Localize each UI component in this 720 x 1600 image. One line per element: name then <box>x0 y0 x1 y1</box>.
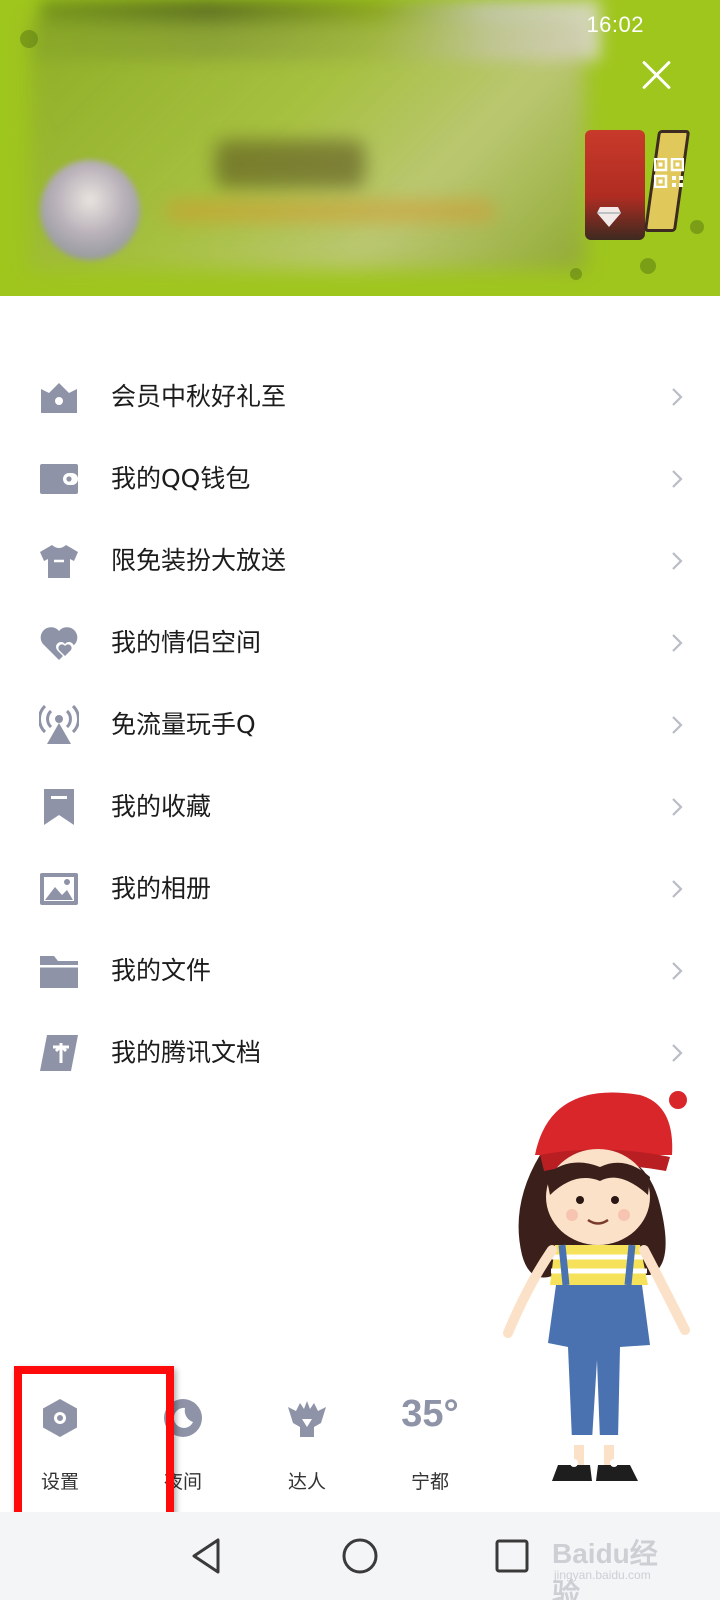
watermark-sub-text: jingyan.baidu.com <box>554 1568 651 1582</box>
menu-item-label: 免流量玩手Q <box>111 710 256 739</box>
menu-item-label: 限免装扮大放送 <box>111 546 287 575</box>
chevron-right-icon <box>672 962 683 980</box>
signature-blurred <box>165 200 495 222</box>
chevron-right-icon <box>672 470 683 488</box>
menu-item-wallet[interactable]: 我的QQ钱包 <box>0 438 720 520</box>
menu-item-files[interactable]: 我的文件 <box>0 930 720 1012</box>
menu-item-dressup[interactable]: 限免装扮大放送 <box>0 520 720 602</box>
chevron-right-icon <box>672 716 683 734</box>
photo-icon <box>40 873 78 905</box>
chevron-right-icon <box>672 634 683 652</box>
vip-gift-icon <box>41 383 77 413</box>
close-icon[interactable] <box>640 58 674 92</box>
menu-item-tencent-docs[interactable]: 我的腾讯文档 <box>0 1012 720 1094</box>
tshirt-icon <box>40 545 78 578</box>
background-dot <box>20 30 38 48</box>
chevron-right-icon <box>672 388 683 406</box>
background-dot <box>570 268 582 280</box>
menu-item-label: 我的QQ钱包 <box>111 464 251 493</box>
home-icon[interactable] <box>338 1534 382 1578</box>
expert-label: 达人 <box>287 1471 326 1493</box>
expert-button[interactable]: 达人 <box>262 1385 352 1495</box>
menu-item-favorites[interactable]: 我的收藏 <box>0 766 720 848</box>
menu-item-label: 我的收藏 <box>111 792 212 821</box>
menu-item-couple-space[interactable]: 我的情侣空间 <box>0 602 720 684</box>
settings-highlight-annotation <box>14 1366 174 1534</box>
tencent-doc-icon <box>40 1035 78 1071</box>
weather-button[interactable]: 35° 宁都 <box>385 1385 475 1495</box>
folder-icon <box>40 956 78 988</box>
baidu-jingyan-watermark: Baidu经验 jingyan.baidu.com <box>552 1528 682 1600</box>
chevron-right-icon <box>672 1044 683 1062</box>
menu-item-free-data[interactable]: 免流量玩手Q <box>0 684 720 766</box>
chevron-right-icon <box>672 552 683 570</box>
watermark-main-text: Baidu经验 <box>552 1538 658 1600</box>
menu-item-label: 会员中秋好礼至 <box>111 382 287 411</box>
avatar[interactable] <box>40 160 140 260</box>
nickname-blurred <box>215 140 365 188</box>
menu-item-label: 我的情侣空间 <box>111 628 262 657</box>
profile-header[interactable]: 16:02 <box>0 0 720 296</box>
background-dot <box>640 258 656 274</box>
menu-item-label: 我的相册 <box>111 874 212 903</box>
chevron-right-icon <box>672 798 683 816</box>
menu-item-label: 我的文件 <box>111 956 212 985</box>
wallet-icon <box>40 464 78 494</box>
menu-item-label: 我的腾讯文档 <box>111 1038 262 1067</box>
city-label: 宁都 <box>410 1471 449 1493</box>
background-dot <box>690 220 704 234</box>
menu-item-vip-gift[interactable]: 会员中秋好礼至 <box>0 356 720 438</box>
heart-icon <box>40 627 78 660</box>
diamond-level-icon[interactable] <box>596 206 622 228</box>
temperature-value: 35° <box>401 1393 459 1435</box>
status-bar-time: 16:02 <box>586 12 644 37</box>
chevron-right-icon <box>672 880 683 898</box>
expert-badge-icon <box>288 1401 326 1437</box>
recent-apps-icon[interactable] <box>490 1534 534 1578</box>
menu-item-album[interactable]: 我的相册 <box>0 848 720 930</box>
qr-code-icon[interactable] <box>654 158 684 188</box>
back-icon[interactable] <box>186 1534 230 1578</box>
antenna-icon <box>39 705 79 744</box>
drawer-menu: 会员中秋好礼至 我的QQ钱包 限免装扮大放送 我的情侣空间 免流量玩手Q 我的收… <box>0 356 720 1094</box>
bookmark-icon <box>44 789 74 825</box>
